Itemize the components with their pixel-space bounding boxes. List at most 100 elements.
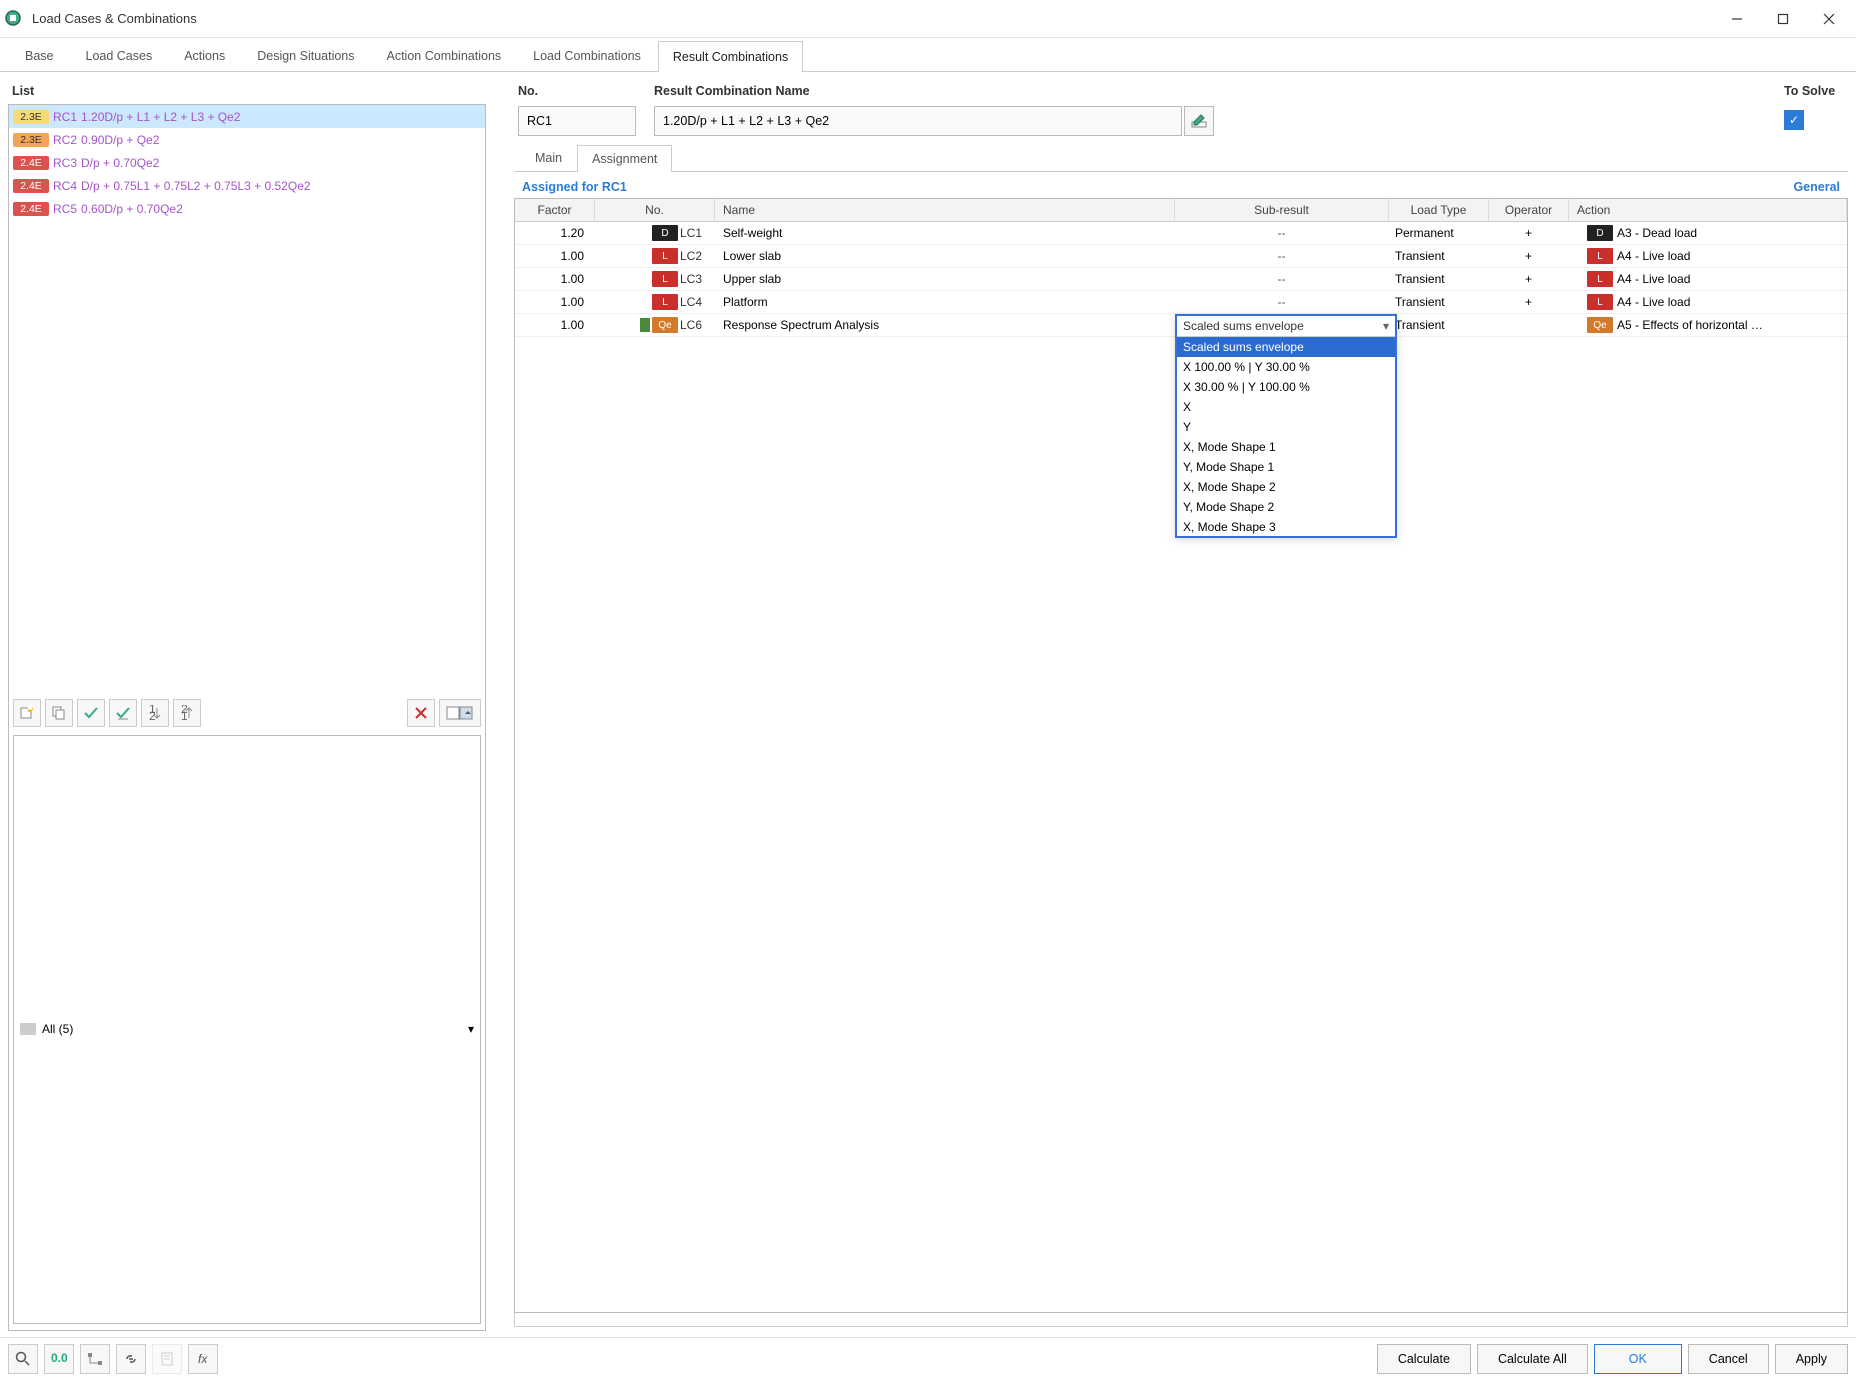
table-row[interactable]: 1.00 L LC4 Platform -- Transient + L A4 …	[515, 291, 1847, 314]
sort2-icon[interactable]: 21	[173, 699, 201, 727]
tab-load-combinations[interactable]: Load Combinations	[518, 40, 656, 71]
tab-actions[interactable]: Actions	[169, 40, 240, 71]
tab-load-cases[interactable]: Load Cases	[71, 40, 168, 71]
tab-design-situations[interactable]: Design Situations	[242, 40, 369, 71]
dropdown-item[interactable]: X, Mode Shape 3	[1177, 517, 1395, 536]
cell-load[interactable]: Permanent	[1389, 226, 1489, 240]
cell-action[interactable]: D A3 - Dead load	[1569, 225, 1847, 241]
cell-sub[interactable]: --	[1175, 272, 1389, 286]
cell-load[interactable]: Transient	[1389, 272, 1489, 286]
cell-sub[interactable]: --	[1175, 226, 1389, 240]
solve-checkbox[interactable]: ✓	[1784, 110, 1804, 130]
search-icon[interactable]	[8, 1344, 38, 1374]
list-item[interactable]: 2.3E RC2 0.90D/p + Qe2	[9, 128, 485, 151]
tab-base[interactable]: Base	[10, 40, 69, 71]
list-item[interactable]: 2.4E RC5 0.60D/p + 0.70Qe2	[9, 197, 485, 220]
sub-tab-assignment[interactable]: Assignment	[577, 145, 672, 172]
dropdown-item[interactable]: Y, Mode Shape 2	[1177, 497, 1395, 517]
cell-factor[interactable]: 1.00	[515, 272, 595, 286]
dropdown-item[interactable]: Y	[1177, 417, 1395, 437]
cell-action[interactable]: L A4 - Live load	[1569, 248, 1847, 264]
close-button[interactable]	[1806, 3, 1852, 35]
link-icon[interactable]	[116, 1344, 146, 1374]
edit-name-button[interactable]	[1184, 106, 1214, 136]
grid-horizontal-scrollbar[interactable]	[514, 1313, 1848, 1327]
cell-no[interactable]: Qe LC6	[595, 317, 715, 333]
col-op[interactable]: Operator	[1489, 199, 1569, 221]
dropdown-selected[interactable]: Scaled sums envelope ▾	[1177, 316, 1395, 336]
cell-no[interactable]: L LC2	[595, 248, 715, 264]
cell-name[interactable]: Self-weight	[715, 226, 1175, 240]
dropdown-item[interactable]: Y, Mode Shape 1	[1177, 457, 1395, 477]
cell-no[interactable]: L LC4	[595, 294, 715, 310]
cell-factor[interactable]: 1.00	[515, 295, 595, 309]
cell-load[interactable]: Transient	[1389, 249, 1489, 263]
rc-badge: 2.4E	[13, 179, 49, 193]
delete-icon[interactable]	[407, 699, 435, 727]
cell-load[interactable]: Transient	[1389, 318, 1489, 332]
dropdown-item[interactable]: X 100.00 % | Y 30.00 %	[1177, 357, 1395, 377]
units-icon[interactable]: 0.00	[44, 1344, 74, 1374]
dropdown-item[interactable]: X	[1177, 397, 1395, 417]
copy-icon[interactable]	[45, 699, 73, 727]
cell-no[interactable]: D LC1	[595, 225, 715, 241]
dropdown-item[interactable]: Scaled sums envelope	[1177, 337, 1395, 357]
cell-factor[interactable]: 1.00	[515, 249, 595, 263]
name-input[interactable]	[654, 106, 1182, 136]
cell-sub[interactable]: --	[1175, 295, 1389, 309]
no-input[interactable]	[518, 106, 636, 136]
sub-result-dropdown[interactable]: Scaled sums envelope ▾ Scaled sums envel…	[1175, 314, 1397, 538]
col-sub[interactable]: Sub-result	[1175, 199, 1389, 221]
function-icon[interactable]: fx	[188, 1344, 218, 1374]
cell-sub[interactable]: --	[1175, 249, 1389, 263]
cell-name[interactable]: Lower slab	[715, 249, 1175, 263]
sub-tab-main[interactable]: Main	[520, 144, 577, 171]
list-item[interactable]: 2.4E RC4 D/p + 0.75L1 + 0.75L2 + 0.75L3 …	[9, 174, 485, 197]
tab-action-combinations[interactable]: Action Combinations	[372, 40, 517, 71]
sort1-icon[interactable]: 12	[141, 699, 169, 727]
cell-action[interactable]: L A4 - Live load	[1569, 294, 1847, 310]
col-load[interactable]: Load Type	[1389, 199, 1489, 221]
maximize-button[interactable]	[1760, 3, 1806, 35]
cell-name[interactable]: Response Spectrum Analysis	[715, 318, 1175, 332]
minimize-button[interactable]	[1714, 3, 1760, 35]
cell-op[interactable]: +	[1489, 272, 1569, 286]
general-link[interactable]: General	[1793, 180, 1840, 194]
calculate-all-button[interactable]: Calculate All	[1477, 1344, 1588, 1374]
mode-toggle-icon[interactable]	[439, 699, 481, 727]
dropdown-item[interactable]: X, Mode Shape 1	[1177, 437, 1395, 457]
table-row[interactable]: 1.00 L LC2 Lower slab -- Transient + L A…	[515, 245, 1847, 268]
cell-factor[interactable]: 1.00	[515, 318, 595, 332]
cell-no[interactable]: L LC3	[595, 271, 715, 287]
col-no[interactable]: No.	[595, 199, 715, 221]
tree-icon[interactable]	[80, 1344, 110, 1374]
check2-icon[interactable]	[109, 699, 137, 727]
cell-load[interactable]: Transient	[1389, 295, 1489, 309]
rc-id: RC3	[53, 156, 77, 170]
calculate-button[interactable]: Calculate	[1377, 1344, 1471, 1374]
cell-op[interactable]: +	[1489, 295, 1569, 309]
cell-action[interactable]: Qe A5 - Effects of horizontal …	[1569, 317, 1847, 333]
cell-name[interactable]: Platform	[715, 295, 1175, 309]
dropdown-item[interactable]: X 30.00 % | Y 100.00 %	[1177, 377, 1395, 397]
new-icon[interactable]: ★	[13, 699, 41, 727]
filter-select[interactable]: All (5) ▾	[13, 735, 481, 1325]
cancel-button[interactable]: Cancel	[1688, 1344, 1769, 1374]
check1-icon[interactable]	[77, 699, 105, 727]
col-name[interactable]: Name	[715, 199, 1175, 221]
cell-op[interactable]: +	[1489, 226, 1569, 240]
col-factor[interactable]: Factor	[515, 199, 595, 221]
cell-name[interactable]: Upper slab	[715, 272, 1175, 286]
cell-action[interactable]: L A4 - Live load	[1569, 271, 1847, 287]
cell-factor[interactable]: 1.20	[515, 226, 595, 240]
col-action[interactable]: Action	[1569, 199, 1847, 221]
list-item[interactable]: 2.3E RC1 1.20D/p + L1 + L2 + L3 + Qe2	[9, 105, 485, 128]
dropdown-item[interactable]: X, Mode Shape 2	[1177, 477, 1395, 497]
cell-op[interactable]: +	[1489, 249, 1569, 263]
apply-button[interactable]: Apply	[1775, 1344, 1848, 1374]
ok-button[interactable]: OK	[1594, 1344, 1682, 1374]
table-row[interactable]: 1.20 D LC1 Self-weight -- Permanent + D …	[515, 222, 1847, 245]
table-row[interactable]: 1.00 L LC3 Upper slab -- Transient + L A…	[515, 268, 1847, 291]
list-item[interactable]: 2.4E RC3 D/p + 0.70Qe2	[9, 151, 485, 174]
tab-result-combinations[interactable]: Result Combinations	[658, 41, 803, 72]
